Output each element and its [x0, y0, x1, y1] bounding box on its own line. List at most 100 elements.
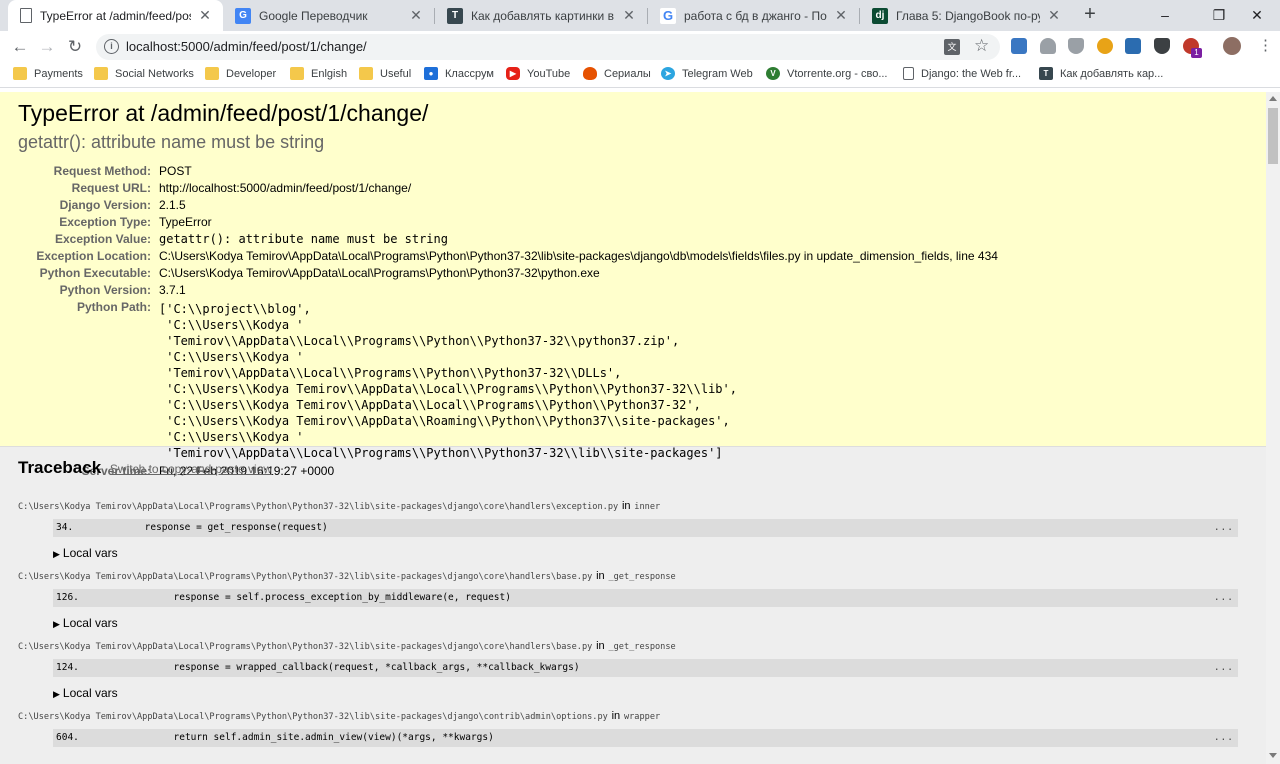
address-bar[interactable]: i localhost:5000/admin/feed/post/1/chang…: [96, 34, 1000, 60]
extension-drive-icon[interactable]: [1040, 38, 1056, 54]
meta-label: Exception Location:: [36, 249, 151, 263]
local-vars-toggle[interactable]: ▶ Local vars: [53, 685, 1248, 703]
browser-toolbar: ← → ↻ i localhost:5000/admin/feed/post/1…: [0, 31, 1280, 62]
extension-check-icon[interactable]: [1125, 38, 1141, 54]
bookmark-english[interactable]: Enlgish: [290, 67, 347, 80]
extension-s-icon[interactable]: [1011, 38, 1027, 54]
youtube-icon: ▶: [506, 67, 520, 80]
tab-strip: TypeError at /admin/feed/post/1/c ✕ G Go…: [0, 0, 1280, 31]
meta-label: Request Method:: [53, 164, 151, 178]
local-vars-toggle[interactable]: ▶ Local vars: [53, 545, 1248, 563]
scroll-up-icon[interactable]: [1269, 96, 1277, 101]
bookmark-social-networks[interactable]: Social Networks: [94, 67, 194, 80]
info-icon[interactable]: i: [104, 39, 119, 54]
new-tab-button[interactable]: +: [1080, 4, 1100, 25]
bookmark-classroom[interactable]: ● Классрум: [424, 67, 494, 80]
local-vars-toggle[interactable]: ▶ Local vars: [53, 615, 1248, 633]
menu-icon[interactable]: ⋮: [1258, 36, 1273, 54]
window-close-button[interactable]: ✕: [1234, 0, 1280, 30]
close-icon[interactable]: ✕: [621, 7, 637, 24]
python-path-line: 'Temirov\\AppData\\Local\\Programs\\Pyth…: [159, 334, 680, 348]
scrollbar-thumb[interactable]: [1268, 108, 1278, 164]
meta-row: Django Version: 2.1.5: [18, 197, 998, 214]
meta-row: Request Method: POST: [18, 163, 998, 180]
bookmark-label: Как добавлять кар...: [1060, 67, 1164, 80]
switch-view-link[interactable]: Switch to copy-and-paste view: [110, 462, 272, 476]
tab-google-translate[interactable]: G Google Переводчик ✕: [223, 0, 434, 31]
python-path-line: 'C:\\Users\\Kodya Temirov\\AppData\\Loca…: [159, 382, 737, 396]
bookmark-label: Telegram Web: [682, 67, 753, 80]
bookmark-django[interactable]: Django: the Web fr...: [903, 67, 1021, 80]
expand-context[interactable]: ...: [1214, 589, 1234, 607]
python-path-line: 'Temirov\\AppData\\Local\\Programs\\Pyth…: [159, 366, 622, 380]
frame-file: C:\Users\Kodya Temirov\AppData\Local\Pro…: [18, 639, 1248, 655]
forward-button[interactable]: →: [34, 34, 60, 60]
meta-value: 3.7.1: [159, 283, 186, 297]
context-line[interactable]: 604. return self.admin_site.admin_view(v…: [53, 729, 1238, 747]
scroll-down-icon[interactable]: [1269, 753, 1277, 758]
meta-row: Python Executable: C:\Users\Kodya Temirov…: [18, 265, 998, 282]
tab-search[interactable]: G работа с бд в джанго - Поиск в ✕: [648, 0, 859, 31]
bookmark-telegram[interactable]: ➤ Telegram Web: [661, 67, 753, 80]
bookmark-useful[interactable]: Useful: [359, 67, 411, 80]
traceback-heading: Traceback Switch to copy-and-paste view: [18, 458, 1248, 478]
star-icon[interactable]: ☆: [974, 36, 989, 56]
translate-icon[interactable]: 文: [944, 39, 960, 55]
expand-context[interactable]: ...: [1214, 659, 1234, 677]
in-label: in: [611, 710, 621, 722]
meta-label: Exception Type:: [59, 215, 151, 229]
close-icon[interactable]: ✕: [833, 7, 849, 24]
context-line[interactable]: 34. response = get_response(request)...: [53, 519, 1238, 537]
bookmark-serials[interactable]: Сериалы: [583, 67, 651, 80]
close-icon[interactable]: ✕: [1046, 7, 1062, 24]
context-line[interactable]: 124. response = wrapped_callback(request…: [53, 659, 1238, 677]
bookmark-label: Классрум: [445, 67, 494, 80]
avatar[interactable]: [1223, 37, 1241, 55]
line-number: 34.: [56, 522, 74, 533]
bookmark-vtorrente[interactable]: V Vtorrente.org - сво...: [766, 67, 887, 80]
extension-flower-icon[interactable]: [1097, 38, 1113, 54]
meta-label: Exception Value:: [54, 232, 151, 246]
extension-shield-dark-icon[interactable]: [1154, 38, 1170, 54]
back-button[interactable]: ←: [7, 34, 33, 60]
bookmark-payments[interactable]: Payments: [13, 67, 83, 80]
bookmark-label: Сериалы: [604, 67, 651, 80]
tab-typeerror[interactable]: TypeError at /admin/feed/post/1/c ✕: [8, 0, 223, 31]
traceback-section: Traceback Switch to copy-and-paste view …: [0, 447, 1266, 764]
meta-label: Django Version:: [59, 198, 151, 212]
tab-django-images[interactable]: T Как добавлять картинки в Djang ✕: [435, 0, 647, 31]
meta-value: C:\Users\Kodya Temirov\AppData\Local\Pro…: [159, 266, 600, 280]
tab-title: работа с бд в джанго - Поиск в: [684, 8, 827, 23]
tab-djangobook[interactable]: dj Глава 5: DjangoBook по-русски ✕: [860, 0, 1072, 31]
triangle-right-icon: ▶: [53, 549, 60, 559]
context-line[interactable]: 126. response = self.process_exception_b…: [53, 589, 1238, 607]
minimize-button[interactable]: –: [1142, 0, 1188, 30]
meta-value: getattr(): attribute name must be string: [159, 232, 448, 246]
close-icon[interactable]: ✕: [408, 7, 424, 24]
expand-context[interactable]: ...: [1214, 729, 1234, 747]
bookmark-label: Developer: [226, 67, 277, 80]
djangobook-icon: dj: [872, 7, 888, 24]
url-text[interactable]: localhost:5000/admin/feed/post/1/change/: [126, 39, 367, 54]
vertical-scrollbar[interactable]: [1266, 92, 1280, 764]
bookmark-images[interactable]: T Как добавлять кар...: [1039, 67, 1163, 80]
frame-function: _get_response: [608, 572, 676, 582]
local-vars-label: Local vars: [62, 686, 118, 700]
bookmark-youtube[interactable]: ▶ YouTube: [506, 67, 570, 80]
t-icon: T: [447, 7, 463, 24]
frame-file: C:\Users\Kodya Temirov\AppData\Local\Pro…: [18, 499, 1248, 515]
triangle-right-icon: ▶: [53, 619, 60, 629]
shield-icon[interactable]: [1068, 38, 1084, 54]
code-line: response = wrapped_callback(request, *ca…: [82, 662, 580, 673]
expand-context[interactable]: ...: [1214, 519, 1234, 537]
bookmark-label: Django: the Web fr...: [921, 67, 1022, 80]
bookmark-developer[interactable]: Developer: [205, 67, 276, 80]
reload-button[interactable]: ↻: [62, 34, 88, 60]
close-icon[interactable]: ✕: [197, 7, 213, 24]
bookmark-label: Vtorrente.org - сво...: [787, 67, 888, 80]
local-vars-label: Local vars: [62, 616, 118, 630]
meta-value: C:\Users\Kodya Temirov\AppData\Local\Pro…: [159, 249, 998, 263]
python-path-list: ['C:\\project\\blog', 'C:\\Users\\Kodya …: [159, 299, 998, 461]
google-g-icon: G: [660, 7, 676, 24]
python-path-line: ['C:\\project\\blog',: [159, 302, 311, 316]
